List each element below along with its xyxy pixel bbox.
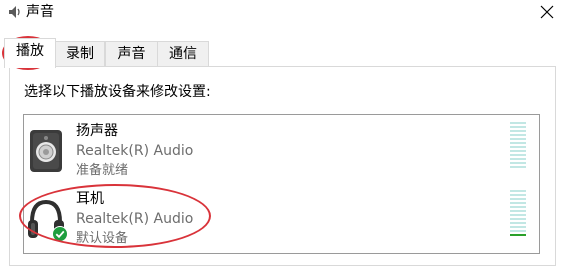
meter-segment: [510, 226, 526, 228]
meter-segment: [510, 210, 526, 212]
device-driver: Realtek(R) Audio: [76, 143, 194, 159]
meter-segment: [510, 190, 526, 192]
meter-segment: [510, 146, 526, 148]
tab-communications[interactable]: 通信: [157, 41, 209, 66]
meter-segment: [510, 234, 526, 236]
device-name: 耳机: [76, 191, 104, 207]
meter-segment: [510, 206, 526, 208]
close-button[interactable]: [528, 0, 565, 26]
device-item-speakers[interactable]: 扬声器 Realtek(R) Audio 准备就绪: [24, 118, 526, 182]
meter-segment: [510, 122, 526, 124]
title-bar: 声音: [0, 0, 565, 28]
meter-segment: [510, 202, 526, 204]
meter-segment: [510, 150, 526, 152]
meter-segment: [510, 138, 526, 140]
meter-segment: [510, 198, 526, 200]
speaker-icon: [26, 128, 66, 174]
meter-segment: [510, 142, 526, 144]
meter-segment: [510, 166, 526, 168]
device-status: 默认设备: [76, 231, 129, 246]
meter-segment: [510, 218, 526, 220]
instruction-text: 选择以下播放设备来修改设置:: [24, 84, 211, 100]
volume-meter: [510, 190, 526, 238]
tab-playback[interactable]: 播放: [4, 38, 56, 68]
speaker-app-icon: [7, 4, 23, 20]
meter-segment: [510, 214, 526, 216]
device-driver: Realtek(R) Audio: [76, 211, 194, 227]
device-item-headphones[interactable]: 耳机 Realtek(R) Audio 默认设备: [24, 186, 526, 250]
meter-segment: [510, 158, 526, 160]
meter-segment: [510, 134, 526, 136]
device-name: 扬声器: [76, 123, 118, 139]
meter-segment: [510, 162, 526, 164]
tab-recording[interactable]: 录制: [55, 41, 105, 66]
meter-segment: [510, 194, 526, 196]
close-icon: [540, 4, 554, 23]
volume-meter: [510, 122, 526, 170]
meter-segment: [510, 126, 526, 128]
default-checkmark-icon: [52, 226, 68, 242]
device-status: 准备就绪: [76, 163, 129, 178]
meter-segment: [510, 154, 526, 156]
meter-segment: [510, 222, 526, 224]
window-title: 声音: [26, 4, 54, 20]
meter-segment: [510, 230, 526, 232]
tab-sounds[interactable]: 声音: [105, 41, 158, 66]
meter-segment: [510, 130, 526, 132]
tab-strip: 播放 录制 声音 通信: [0, 38, 565, 68]
